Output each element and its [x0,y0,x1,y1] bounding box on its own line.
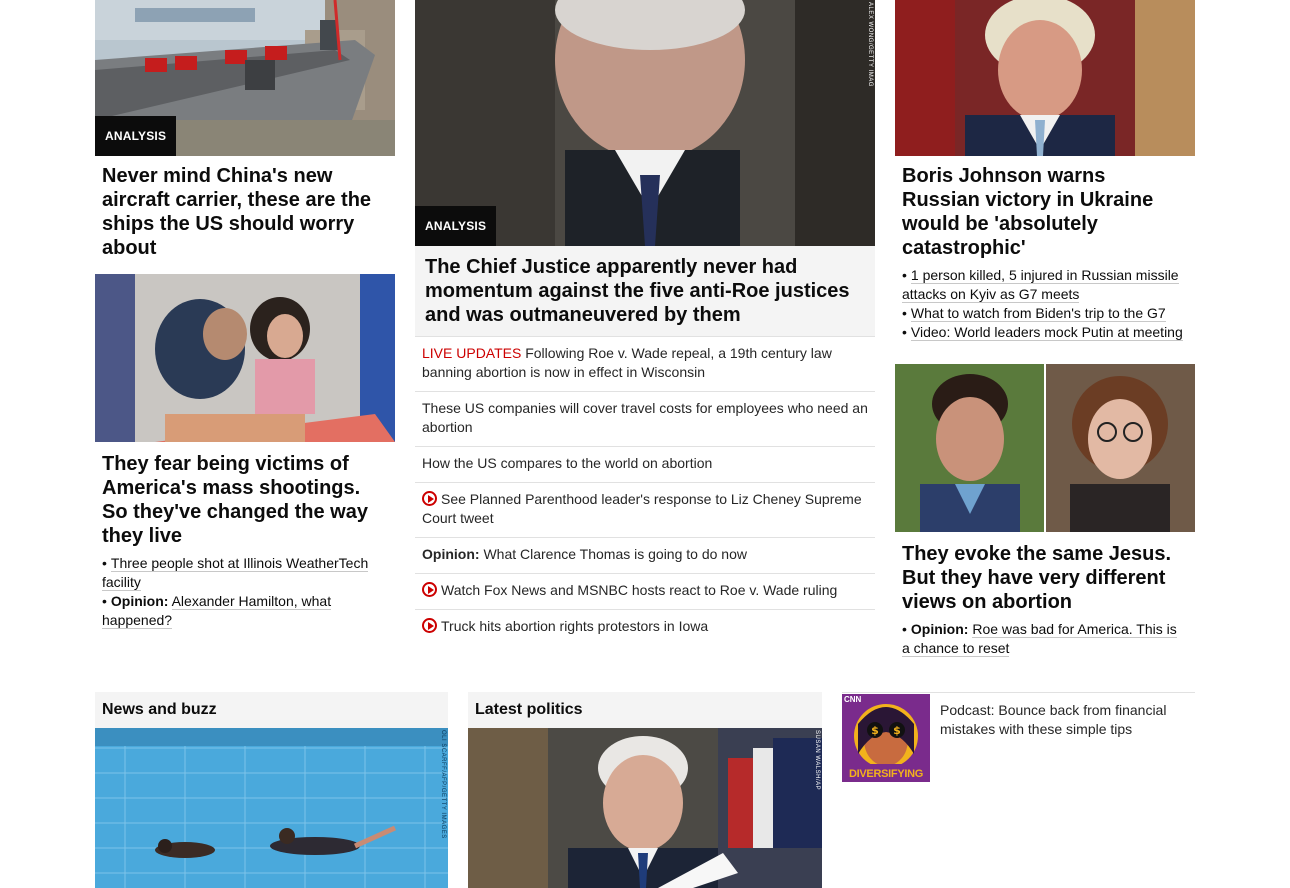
photo-credit: ALEX WONG/GETTY IMAG [867,2,873,87]
photo-credit: OLI SCARFF/AFP/GETTY IMAGES [440,730,446,839]
family-photo[interactable] [95,274,395,442]
planned-parenthood-link[interactable]: See Planned Parenthood leader's response… [422,491,862,526]
china-carrier-headline[interactable]: Never mind China's new aircraft carrier,… [95,156,395,274]
aircraft-carrier-image[interactable]: ANALYSIS [95,0,395,156]
boris-johnson-headline[interactable]: Boris Johnson warns Russian victory in U… [895,156,1195,260]
left-column: ANALYSIS Never mind China's new aircraft… [95,0,395,630]
diversifying-podcast-image: $ $ CNN DIVERSIFYING [842,694,930,782]
iowa-truck-link[interactable]: Truck hits abortion rights protestors in… [441,618,708,634]
list-item[interactable]: See Planned Parenthood leader's response… [415,482,875,537]
mass-shootings-headline[interactable]: They fear being victims of America's mas… [95,442,395,548]
mock-putin-link[interactable]: Video: World leaders mock Putin at meeti… [910,324,1183,341]
analysis-label: ANALYSIS [95,116,177,156]
roe-related-list: LIVE UPDATES Following Roe v. Wade repea… [415,336,875,645]
diversifying-wordmark: DIVERSIFYING [848,768,924,780]
list-item[interactable]: Truck hits abortion rights protestors in… [415,609,875,645]
svg-text:$: $ [871,724,879,737]
latest-politics-section: Latest politics SUSAN WALSH/AP [468,692,822,888]
same-jesus-headline[interactable]: They evoke the same Jesus. But they have… [895,532,1195,614]
podcast-promo[interactable]: $ $ CNN DIVERSIFYING Podcast: Bounce bac… [842,692,1195,782]
list-item[interactable]: Watch Fox News and MSNBC hosts react to … [415,573,875,609]
list-item[interactable]: How the US compares to the world on abor… [415,446,875,482]
analysis-label: ANALYSIS [415,206,497,246]
biden-g7-link[interactable]: What to watch from Biden's trip to the G… [910,305,1166,322]
list-item[interactable]: Opinion: What Clarence Thomas is going t… [415,537,875,573]
chief-justice-image[interactable]: ALEX WONG/GETTY IMAG ANALYSIS [415,0,875,246]
video-play-icon [422,618,437,633]
right-column: Boris Johnson warns Russian victory in U… [895,0,1195,658]
section-title: Latest politics [468,692,822,728]
svg-text:$: $ [893,724,901,737]
fox-msnbc-link[interactable]: Watch Fox News and MSNBC hosts react to … [441,582,837,598]
section-title: News and buzz [95,692,448,728]
boris-johnson-image[interactable] [895,0,1195,156]
opinion-prefix: Opinion: [422,546,480,562]
list-item: • 1 person killed, 5 injured in Russian m… [902,267,1179,303]
cnn-logo: CNN [844,695,862,704]
middle-column: ALEX WONG/GETTY IMAG ANALYSIS The Chief … [415,0,875,645]
mass-shootings-links: • Three people shot at Illinois WeatherTe… [95,548,395,630]
list-item: • Three people shot at Illinois WeatherTe… [102,555,369,591]
clarence-thomas-link[interactable]: What Clarence Thomas is going to do now [483,546,747,562]
list-item: • What to watch from Biden's trip to the … [902,305,1166,322]
live-updates-tag: LIVE UPDATES [422,345,522,361]
swimmer-image[interactable]: OLI SCARFF/AFP/GETTY IMAGES [95,728,448,888]
list-item[interactable]: LIVE UPDATES Following Roe v. Wade repea… [415,336,875,391]
same-jesus-links: • Opinion: Roe was bad for America. This … [895,614,1195,658]
news-and-buzz-section: News and buzz OLI SCARFF/AFP/GETTY IMAGE… [95,692,448,888]
kyiv-attacks-link[interactable]: 1 person killed, 5 injured in Russian mi… [902,267,1179,303]
opinion-prefix: Opinion: [110,593,169,609]
travel-costs-link[interactable]: These US companies will cover travel cos… [422,400,868,435]
world-abortion-link[interactable]: How the US compares to the world on abor… [422,455,712,471]
list-item: • Opinion: Roe was bad for America. This … [902,621,1177,657]
list-item[interactable]: These US companies will cover travel cos… [415,391,875,446]
two-people-photo[interactable] [895,364,1195,532]
photo-credit: SUSAN WALSH/AP [814,730,820,791]
list-item: • Opinion: Alexander Hamilton, what happe… [102,593,332,629]
weathertech-link[interactable]: Three people shot at Illinois WeatherTec… [102,555,369,591]
video-play-icon [422,582,437,597]
opinion-prefix: Opinion: [910,621,969,637]
list-item: • Video: World leaders mock Putin at meet… [902,324,1183,341]
chief-justice-headline[interactable]: The Chief Justice apparently never had m… [415,246,875,336]
boris-johnson-links: • 1 person killed, 5 injured in Russian m… [895,260,1195,342]
biden-image[interactable]: SUSAN WALSH/AP [468,728,822,888]
podcast-title: Podcast: Bounce back from financial mist… [940,702,1167,737]
video-play-icon [422,491,437,506]
